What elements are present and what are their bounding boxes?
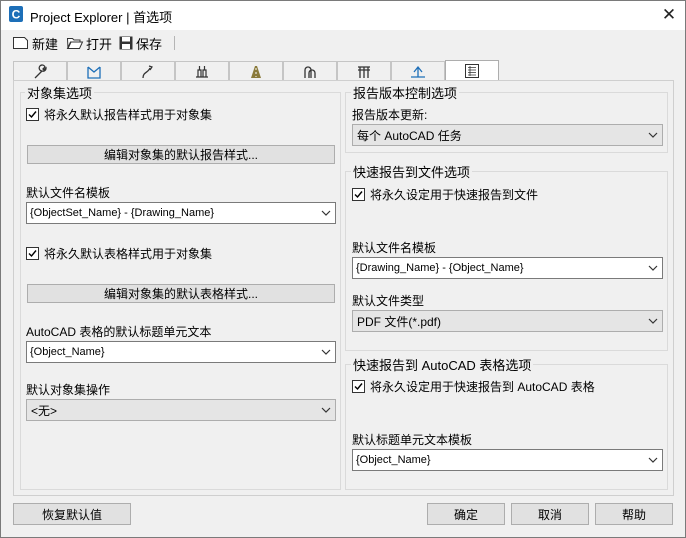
chevron-down-icon (648, 457, 658, 463)
checkbox-checked-icon (352, 380, 365, 393)
app-logo-icon: C (9, 6, 23, 22)
default-action-label: 默认对象集操作 (26, 383, 111, 397)
file-type-label: 默认文件类型 (352, 294, 425, 308)
structure-icon (358, 65, 370, 78)
tab-general[interactable] (13, 61, 67, 81)
chevron-down-icon (321, 407, 331, 413)
tab-corridor[interactable] (229, 61, 283, 81)
tab-reports[interactable] (445, 60, 499, 81)
tab-pipe-network[interactable] (175, 61, 229, 81)
tab-alignment[interactable] (121, 61, 175, 81)
svg-text:C: C (12, 8, 21, 22)
table-title-template-combo[interactable]: {Object_Name} (352, 449, 663, 471)
pipe-network-icon (196, 65, 208, 78)
ok-button[interactable]: 确定 (427, 503, 505, 525)
chevron-down-icon (321, 349, 331, 355)
tab-structure[interactable] (337, 61, 391, 81)
open-button[interactable]: 打开 (66, 32, 112, 54)
cancel-button[interactable]: 取消 (511, 503, 589, 525)
window-title: Project Explorer | 首选项 (30, 10, 173, 25)
file-type-value: PDF 文件(*.pdf) (357, 314, 442, 329)
version-control-group-title: 报告版本控制选项 (351, 83, 460, 102)
new-button[interactable]: 新建 (12, 32, 58, 54)
object-set-group-title: 对象集选项 (25, 83, 95, 102)
file-type-select[interactable]: PDF 文件(*.pdf) (352, 310, 663, 332)
pressure-pipe-icon (304, 65, 316, 78)
table-setting-checkbox-label: 将永久设定用于快速报告到 AutoCAD 表格 (370, 380, 595, 394)
report-style-checkbox[interactable]: 将永久默认报告样式用于对象集 (26, 106, 212, 123)
default-action-select[interactable]: <无> (26, 399, 336, 421)
chevron-down-icon (648, 132, 658, 138)
open-folder-icon (66, 38, 84, 49)
alignment-icon (142, 64, 153, 78)
save-icon (119, 36, 133, 50)
help-button[interactable]: 帮助 (595, 503, 673, 525)
tab-pressure-pipe[interactable] (283, 61, 337, 81)
quick-report-file-group-title: 快速报告到文件选项 (351, 162, 473, 181)
checkbox-checked-icon (26, 108, 39, 121)
chevron-down-icon (321, 210, 331, 216)
version-update-select[interactable]: 每个 AutoCAD 任务 (352, 124, 663, 146)
surface-icon (87, 66, 101, 79)
new-file-icon (13, 37, 28, 49)
filename-template-value: {ObjectSet_Name} - {Drawing_Name} (30, 207, 215, 219)
save-button-label: 保存 (136, 36, 163, 52)
chevron-down-icon (648, 318, 658, 324)
default-action-value: <无> (31, 403, 58, 418)
tab-surface[interactable] (67, 61, 121, 81)
version-update-label: 报告版本更新: (352, 108, 428, 122)
table-title-template-value: {Object_Name} (356, 454, 431, 466)
report-style-checkbox-label: 将永久默认报告样式用于对象集 (44, 108, 213, 122)
version-update-value: 每个 AutoCAD 任务 (357, 128, 462, 143)
table-title-combo[interactable]: {Object_Name} (26, 341, 336, 363)
open-button-label: 打开 (86, 36, 113, 52)
table-style-checkbox[interactable]: 将永久默认表格样式用于对象集 (26, 245, 212, 262)
file-template-combo[interactable]: {Drawing_Name} - {Object_Name} (352, 257, 663, 279)
save-button[interactable]: 保存 (118, 32, 162, 54)
table-title-value: {Object_Name} (30, 346, 105, 358)
file-setting-checkbox-label: 将永久设定用于快速报告到文件 (370, 188, 539, 202)
file-template-value: {Drawing_Name} - {Object_Name} (356, 262, 524, 274)
toolbar-separator (174, 36, 175, 50)
edit-report-style-button[interactable]: 编辑对象集的默认报告样式... (27, 145, 335, 164)
road-icon (251, 65, 261, 78)
checkbox-checked-icon (26, 247, 39, 260)
report-icon (465, 64, 479, 78)
table-setting-checkbox[interactable]: 将永久设定用于快速报告到 AutoCAD 表格 (352, 378, 595, 395)
file-setting-checkbox[interactable]: 将永久设定用于快速报告到文件 (352, 186, 538, 203)
tab-profile[interactable] (391, 61, 445, 81)
filename-template-label: 默认文件名模板 (26, 186, 111, 200)
restore-defaults-button[interactable]: 恢复默认值 (13, 503, 131, 525)
edit-table-style-button[interactable]: 编辑对象集的默认表格样式... (27, 284, 335, 303)
quick-report-table-group-title: 快速报告到 AutoCAD 表格选项 (351, 355, 534, 374)
table-style-checkbox-label: 将永久默认表格样式用于对象集 (44, 247, 213, 261)
wrench-icon (34, 63, 47, 78)
profile-icon (411, 65, 425, 78)
filename-template-combo[interactable]: {ObjectSet_Name} - {Drawing_Name} (26, 202, 336, 224)
checkbox-checked-icon (352, 188, 365, 201)
new-button-label: 新建 (32, 36, 59, 52)
table-title-template-label: 默认标题单元文本模板 (352, 433, 473, 447)
table-title-label: AutoCAD 表格的默认标题单元文本 (26, 325, 212, 339)
close-button[interactable]: ✕ (654, 2, 684, 28)
chevron-down-icon (648, 265, 658, 271)
file-template-label: 默认文件名模板 (352, 241, 437, 255)
